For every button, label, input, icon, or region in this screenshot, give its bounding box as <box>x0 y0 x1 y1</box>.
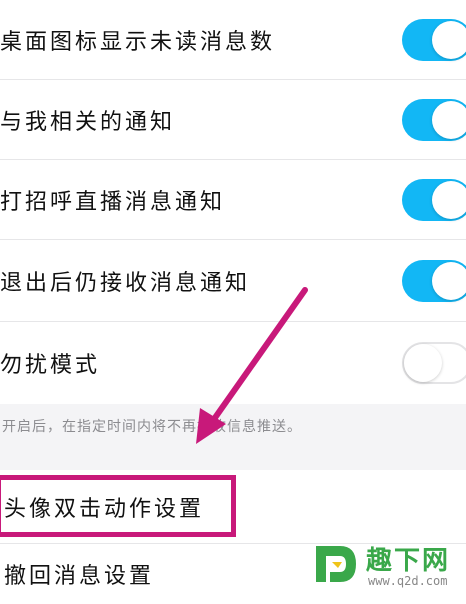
dnd-hint-section: 开启后，在指定时间内将不再接收信息推送。 <box>0 404 466 466</box>
receive-after-exit-toggle[interactable] <box>402 260 466 302</box>
setting-row-receive-after-exit: 退出后仍接收消息通知 <box>0 240 466 322</box>
do-not-disturb-toggle[interactable] <box>402 342 466 384</box>
toggle-knob <box>432 262 466 300</box>
setting-label: 打招呼直播消息通知 <box>0 190 226 215</box>
watermark: 趣下网 www.q2d.com <box>310 536 460 594</box>
setting-row-do-not-disturb: 勿扰模式 <box>0 322 466 404</box>
setting-label: 勿扰模式 <box>0 353 101 378</box>
setting-label: 撤回消息设置 <box>4 564 155 589</box>
watermark-logo-icon <box>316 546 356 582</box>
setting-label: 退出后仍接收消息通知 <box>0 271 251 296</box>
badge-count-toggle[interactable] <box>402 19 466 61</box>
live-notify-toggle[interactable] <box>402 179 466 221</box>
watermark-brand: 趣下网 <box>366 546 451 576</box>
toggle-knob <box>432 21 466 59</box>
toggle-knob <box>432 101 466 139</box>
highlight-box <box>0 475 236 537</box>
setting-label: 桌面图标显示未读消息数 <box>0 30 276 55</box>
related-notify-toggle[interactable] <box>402 99 466 141</box>
setting-label: 与我相关的通知 <box>0 110 176 135</box>
watermark-site: www.q2d.com <box>368 574 448 588</box>
setting-row-live-notify: 打招呼直播消息通知 <box>0 160 466 240</box>
toggle-knob <box>404 344 442 382</box>
setting-row-related-notify: 与我相关的通知 <box>0 80 466 160</box>
dnd-hint-text: 开启后，在指定时间内将不再接收信息推送。 <box>2 419 302 435</box>
setting-row-badge-count: 桌面图标显示未读消息数 <box>0 0 466 80</box>
toggle-knob <box>432 181 466 219</box>
